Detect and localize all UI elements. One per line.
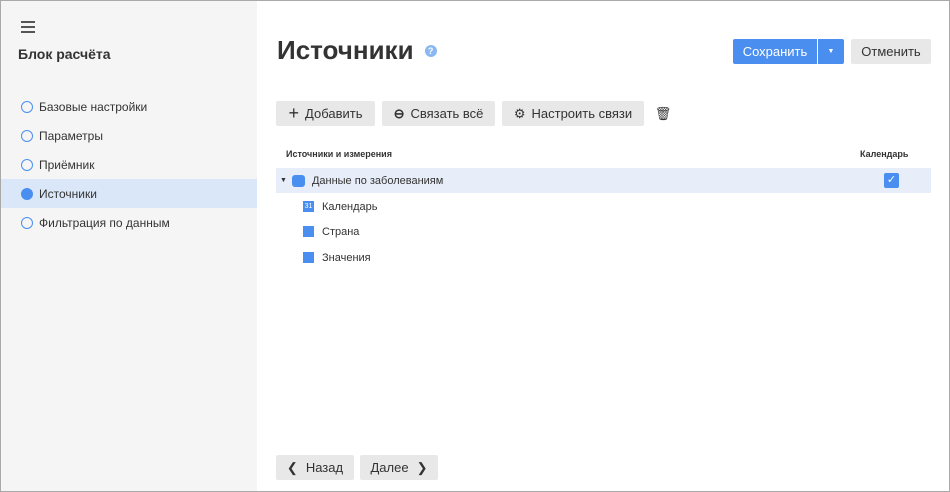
source-label: Данные по заболеваниям bbox=[311, 174, 444, 187]
dimension-icon bbox=[303, 252, 314, 263]
sidebar-item-data-filter[interactable]: Фильтрация по данным bbox=[1, 208, 257, 237]
back-button[interactable]: ❮ Назад bbox=[276, 455, 354, 480]
page-title: Источники? bbox=[277, 35, 437, 66]
gear-icon: ⚙ bbox=[513, 105, 526, 121]
column-header-sources: Источники и измерения bbox=[286, 149, 392, 159]
hamburger-menu-icon[interactable] bbox=[21, 21, 35, 36]
link-all-label: Связать всё bbox=[410, 106, 484, 121]
dimension-label: Значения bbox=[322, 251, 371, 264]
dimension-label: Календарь bbox=[322, 200, 378, 213]
link-all-button[interactable]: ⊖ Связать всё bbox=[382, 101, 495, 126]
dimension-label: Страна bbox=[322, 225, 360, 238]
cube-icon bbox=[291, 174, 305, 187]
main-panel: Источники? Сохранить ▼ Отменить + Добавит… bbox=[257, 1, 949, 491]
sidebar-item-label: Фильтрация по данным bbox=[39, 215, 170, 230]
save-dropdown-chevron-icon[interactable]: ▼ bbox=[818, 39, 844, 64]
sidebar-item-receiver[interactable]: Приёмник bbox=[1, 150, 257, 179]
step-radio-icon bbox=[21, 129, 33, 142]
sidebar: Блок расчёта Базовые настройки Параметры… bbox=[1, 1, 257, 491]
calendar-dimension-icon: 31 bbox=[303, 201, 314, 212]
sidebar-item-parameters[interactable]: Параметры bbox=[1, 121, 257, 150]
step-radio-icon bbox=[21, 216, 33, 229]
sidebar-item-label: Приёмник bbox=[39, 157, 95, 172]
sidebar-title: Блок расчёта bbox=[18, 46, 111, 62]
tree-row-source[interactable]: ▼ Данные по заболеваниям ✓ bbox=[276, 168, 931, 193]
sidebar-item-base-settings[interactable]: Базовые настройки bbox=[1, 92, 257, 121]
sidebar-item-label: Параметры bbox=[39, 128, 103, 143]
add-button[interactable]: + Добавить bbox=[276, 101, 375, 126]
calendar-checkbox[interactable]: ✓ bbox=[884, 173, 899, 188]
help-icon[interactable]: ? bbox=[424, 44, 437, 57]
link-icon: ⊖ bbox=[393, 105, 405, 121]
page-title-text: Источники bbox=[277, 35, 414, 65]
configure-links-label: Настроить связи bbox=[531, 106, 633, 121]
tree-row-dimension[interactable]: Страна bbox=[276, 219, 931, 244]
save-button[interactable]: Сохранить bbox=[733, 39, 817, 64]
column-header-calendar: Календарь bbox=[860, 149, 909, 159]
tree-row-dimension[interactable]: Значения bbox=[276, 245, 931, 270]
plus-icon: + bbox=[288, 103, 300, 123]
window: Блок расчёта Базовые настройки Параметры… bbox=[0, 0, 950, 492]
step-radio-icon bbox=[21, 100, 33, 113]
configure-links-button[interactable]: ⚙ Настроить связи bbox=[502, 101, 644, 126]
expand-triangle-icon[interactable]: ▼ bbox=[280, 177, 287, 184]
trash-icon[interactable]: 🗑 bbox=[652, 101, 674, 126]
step-radio-icon bbox=[21, 187, 33, 200]
next-label: Далее bbox=[370, 460, 409, 475]
chevron-right-icon: ❯ bbox=[416, 459, 428, 475]
sidebar-item-sources[interactable]: Источники bbox=[1, 179, 257, 208]
chevron-left-icon: ❮ bbox=[286, 459, 298, 475]
next-button[interactable]: Далее ❯ bbox=[360, 455, 438, 480]
back-label: Назад bbox=[305, 460, 344, 475]
sidebar-item-label: Базовые настройки bbox=[39, 99, 148, 114]
dimension-icon bbox=[303, 226, 314, 237]
step-radio-icon bbox=[21, 158, 33, 171]
tree-row-dimension[interactable]: 31 Календарь bbox=[276, 194, 931, 219]
cancel-button[interactable]: Отменить bbox=[851, 39, 931, 64]
sidebar-item-label: Источники bbox=[39, 186, 97, 201]
add-label: Добавить bbox=[305, 106, 363, 121]
